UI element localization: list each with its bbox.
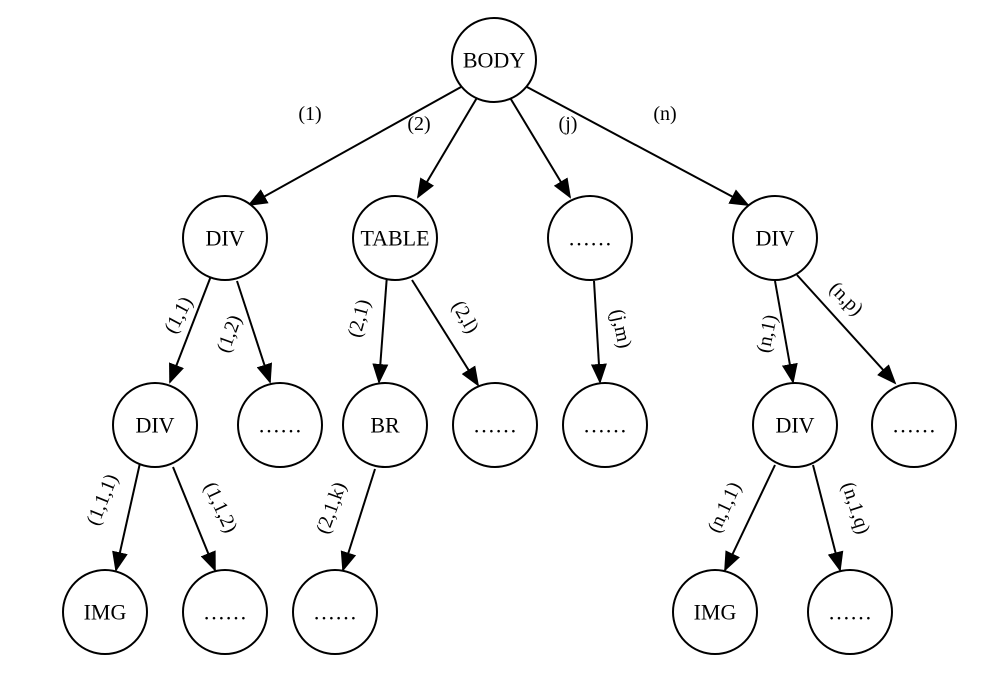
node-div-1-label: DIV bbox=[205, 226, 244, 251]
edge-label-n-1: (n,1) bbox=[752, 313, 781, 355]
node-ellipsis-n-1-q-label: …… bbox=[828, 600, 872, 625]
node-ellipsis-j-m-label: …… bbox=[583, 413, 627, 438]
node-div-n-1-label: DIV bbox=[775, 413, 814, 438]
node-ellipsis-1-1-2-label: …… bbox=[203, 600, 247, 625]
edge-2-1 bbox=[379, 275, 387, 382]
edge-label-j-m: (j,m) bbox=[606, 307, 636, 350]
edge-label-1-2: (1,2) bbox=[212, 312, 246, 356]
edge-label-1-1: (1,1) bbox=[160, 293, 197, 337]
edge-label-1-1-1: (1,1,1) bbox=[82, 471, 122, 529]
edge-n-1-1 bbox=[725, 465, 775, 570]
edge-label-n-1-q: (n,1,q) bbox=[837, 479, 874, 537]
edge-label-j: (j) bbox=[559, 113, 578, 135]
node-table-label: TABLE bbox=[360, 226, 429, 251]
node-ellipsis-l1-label: …… bbox=[568, 226, 612, 251]
edge-label-2: (2) bbox=[407, 113, 430, 135]
node-body-label: BODY bbox=[463, 48, 525, 73]
edge-label-2-l: (2,l) bbox=[447, 297, 483, 337]
edge-n-1-q bbox=[813, 465, 840, 570]
node-ellipsis-n-p-label: …… bbox=[892, 413, 936, 438]
edge-label-1: (1) bbox=[298, 103, 321, 125]
node-img-n-label: IMG bbox=[694, 600, 737, 625]
dom-tree-diagram: BODY DIV TABLE …… DIV DIV …… BR …… …… DI… bbox=[0, 0, 1000, 695]
edge-label-n-1-1: (n,1,1) bbox=[703, 479, 745, 537]
edge-label-1-1-2: (1,1,2) bbox=[199, 479, 241, 537]
edge-label-n: (n) bbox=[653, 103, 676, 125]
node-img-1-label: IMG bbox=[84, 600, 127, 625]
node-br-label: BR bbox=[370, 413, 400, 438]
edge-2-1-k bbox=[343, 469, 375, 570]
edge-j-m bbox=[594, 281, 600, 382]
node-div-n-label: DIV bbox=[755, 226, 794, 251]
node-div-1-1-label: DIV bbox=[135, 413, 174, 438]
edge-label-2-1: (2,1) bbox=[344, 297, 375, 340]
edge-j bbox=[509, 96, 570, 197]
node-ellipsis-1-2-label: …… bbox=[258, 413, 302, 438]
node-ellipsis-2-l-label: …… bbox=[473, 413, 517, 438]
edge-2 bbox=[418, 96, 478, 197]
node-ellipsis-2-1-k-label: …… bbox=[313, 600, 357, 625]
edge-n bbox=[527, 87, 748, 205]
edge-label-2-1-k: (2,1,k) bbox=[312, 479, 351, 537]
edge-1 bbox=[249, 87, 461, 205]
